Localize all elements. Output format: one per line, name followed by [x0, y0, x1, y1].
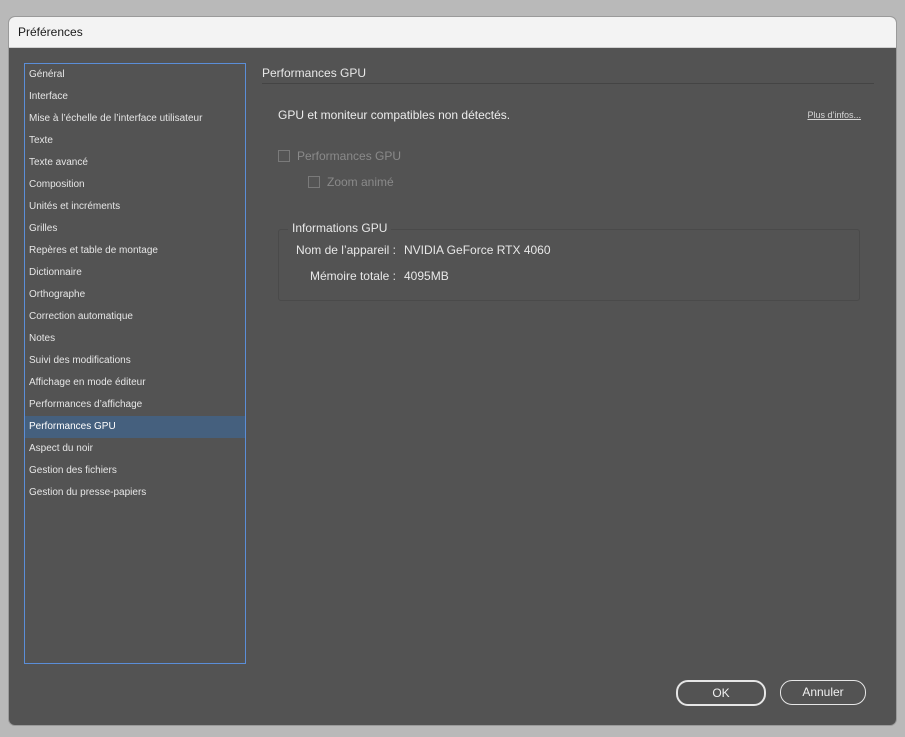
gpu-status-text: GPU et moniteur compatibles non détectés…	[278, 108, 511, 122]
sidebar-item[interactable]: Notes	[25, 328, 245, 350]
sidebar-item[interactable]: Unités et incréments	[25, 196, 245, 218]
gpu-performance-checkbox[interactable]: Performances GPU	[278, 149, 401, 163]
sidebar-item[interactable]: Suivi des modifications	[25, 350, 245, 372]
sidebar-item[interactable]: Texte avancé	[25, 152, 245, 174]
device-name-label: Nom de l’appareil :	[295, 243, 396, 257]
sidebar-item[interactable]: Performances GPU	[25, 416, 245, 438]
sidebar-item[interactable]: Gestion des fichiers	[25, 460, 245, 482]
total-memory-value: 4095MB	[404, 269, 449, 283]
sidebar-item[interactable]: Composition	[25, 174, 245, 196]
sidebar-item[interactable]: Mise à l’échelle de l’interface utilisat…	[25, 108, 245, 130]
more-info-link[interactable]: Plus d’infos...	[807, 110, 861, 120]
sidebar-item[interactable]: Orthographe	[25, 284, 245, 306]
sidebar-item[interactable]: Interface	[25, 86, 245, 108]
section-title: Performances GPU	[262, 66, 367, 80]
checkbox-box[interactable]	[278, 150, 290, 162]
ok-button[interactable]: OK	[676, 680, 766, 706]
animated-zoom-checkbox[interactable]: Zoom animé	[308, 175, 394, 189]
total-memory-label: Mémoire totale :	[309, 269, 396, 283]
sidebar-item[interactable]: Texte	[25, 130, 245, 152]
gpu-info-legend: Informations GPU	[288, 221, 392, 235]
checkbox-box[interactable]	[308, 176, 320, 188]
gpu-info-group	[278, 229, 860, 301]
category-list: Général Interface Mise à l’échelle de l’in…	[25, 64, 245, 504]
sidebar-item[interactable]: Général	[25, 64, 245, 86]
sidebar-item[interactable]: Gestion du presse-papiers	[25, 482, 245, 504]
sidebar-item[interactable]: Correction automatique	[25, 306, 245, 328]
sidebar-item[interactable]: Dictionnaire	[25, 262, 245, 284]
title-bar: Préférences	[9, 17, 896, 48]
section-divider	[262, 83, 874, 84]
device-name-value: NVIDIA GeForce RTX 4060	[404, 243, 551, 257]
sidebar-item[interactable]: Performances d’affichage	[25, 394, 245, 416]
sidebar-item[interactable]: Repères et table de montage	[25, 240, 245, 262]
sidebar-item[interactable]: Grilles	[25, 218, 245, 240]
sidebar-item[interactable]: Aspect du noir	[25, 438, 245, 460]
animated-zoom-label: Zoom animé	[327, 175, 394, 189]
preferences-category-list[interactable]: Général Interface Mise à l’échelle de l’in…	[24, 63, 246, 664]
sidebar-item[interactable]: Affichage en mode éditeur	[25, 372, 245, 394]
cancel-button[interactable]: Annuler	[780, 680, 866, 705]
gpu-performance-label: Performances GPU	[297, 149, 402, 163]
preferences-dialog: Préférences Général Interface Mise à l’éch…	[9, 17, 896, 725]
window-title: Préférences	[18, 25, 83, 39]
